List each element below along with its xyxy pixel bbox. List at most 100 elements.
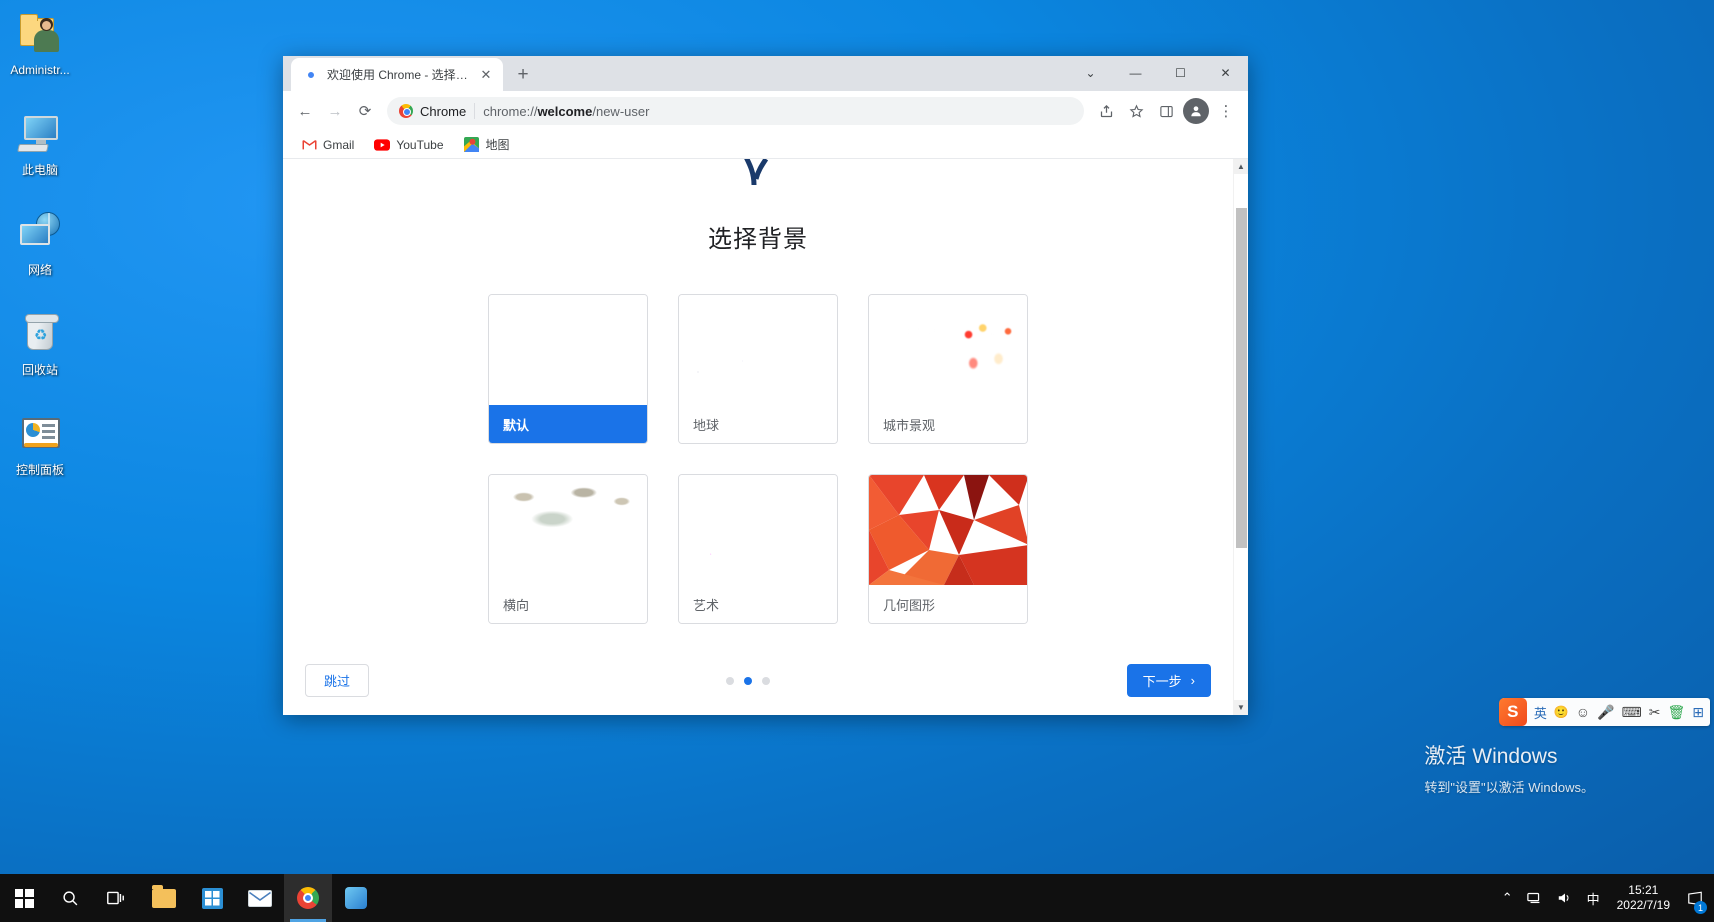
- reload-icon[interactable]: ⟳: [351, 97, 379, 125]
- ime-emoji-icon[interactable]: ☺: [1576, 704, 1590, 720]
- ime-toolbox-icon[interactable]: 🗑: [1667, 704, 1685, 721]
- taskbar-chrome-button[interactable]: [284, 874, 332, 922]
- bookmark-gmail[interactable]: Gmail: [293, 134, 362, 156]
- forward-icon[interactable]: →: [321, 97, 349, 125]
- omnibox-url: chrome://welcome/new-user: [483, 104, 649, 119]
- url-host: welcome: [537, 103, 593, 119]
- desktop-icon-network[interactable]: 网络: [0, 200, 80, 284]
- background-card-landscape[interactable]: 横向: [488, 474, 648, 624]
- network-icon: [16, 210, 64, 258]
- youtube-icon: [374, 137, 391, 153]
- maximize-button[interactable]: ☐: [1158, 56, 1203, 89]
- card-label: 地球: [679, 405, 837, 443]
- bookmark-maps[interactable]: 地图: [456, 133, 518, 156]
- folder-icon: [152, 884, 176, 908]
- taskbar-task-view-button[interactable]: [92, 874, 140, 922]
- bookmarks-bar: Gmail YouTube 地图: [283, 131, 1248, 159]
- chrome-menu-icon[interactable]: ⋮: [1212, 97, 1240, 125]
- omnibox-site-chip: Chrome: [399, 104, 466, 119]
- ime-language-indicator[interactable]: 中: [1580, 889, 1607, 908]
- tab-search-chevron-icon[interactable]: ⌄: [1068, 56, 1113, 89]
- taskbar-search-button[interactable]: [48, 874, 92, 922]
- taskbar-store-button[interactable]: [188, 874, 236, 922]
- volume-icon[interactable]: [1550, 891, 1580, 905]
- url-prefix: chrome://: [483, 103, 538, 119]
- share-icon[interactable]: [1092, 97, 1120, 125]
- background-card-art[interactable]: 艺术: [678, 474, 838, 624]
- page-dot[interactable]: [761, 676, 770, 685]
- close-tab-icon[interactable]: ✕: [477, 66, 495, 84]
- desktop-icon-this-pc[interactable]: 此电脑: [0, 100, 80, 184]
- bookmark-youtube[interactable]: YouTube: [366, 134, 451, 156]
- chevron-right-icon: ›: [1190, 673, 1195, 688]
- windows-start-icon: [14, 888, 34, 908]
- windows-taskbar: ⌃ 中 15:21 2022/7/19 1: [0, 874, 1714, 922]
- profile-avatar-icon[interactable]: [1182, 97, 1210, 125]
- page-dot[interactable]: [725, 676, 734, 685]
- sogou-ime-toolbar: S 英 🙂 ☺ 🎤 ⌨ ✂ 🗑 ⊞: [1498, 698, 1710, 726]
- page-viewport: 选择背景 默认 地球 城市景观 横向 艺术 几何图形 跳过 下一步 › ▲ ▼: [283, 159, 1248, 715]
- ime-voice-icon[interactable]: 🎤: [1597, 704, 1614, 721]
- ime-screenshot-icon[interactable]: ✂: [1649, 704, 1661, 721]
- page-dot-active[interactable]: [743, 676, 752, 685]
- sogou-logo-icon[interactable]: S: [1498, 698, 1527, 726]
- tab-welcome-chrome[interactable]: 欢迎使用 Chrome - 选择背景 ✕: [291, 58, 503, 91]
- close-window-button[interactable]: ✕: [1203, 56, 1248, 89]
- gmail-icon: [301, 137, 317, 153]
- desktop-icon-label: 网络: [27, 263, 52, 277]
- scroll-down-arrow-icon[interactable]: ▼: [1234, 700, 1248, 715]
- ime-comma-icon[interactable]: 🙂: [1554, 705, 1569, 719]
- scrollbar-thumb[interactable]: [1236, 208, 1247, 548]
- taskbar-file-explorer-button[interactable]: [140, 874, 188, 922]
- star-icon[interactable]: [1122, 97, 1150, 125]
- background-card-grid: 默认 地球 城市景观 横向 艺术 几何图形: [488, 294, 1028, 624]
- background-card-geometric[interactable]: 几何图形: [868, 474, 1028, 624]
- welcome-footer: 跳过 下一步 ›: [283, 645, 1233, 715]
- taskbar-paint-button[interactable]: [332, 874, 380, 922]
- side-panel-icon[interactable]: [1152, 97, 1180, 125]
- background-card-earth[interactable]: 地球: [678, 294, 838, 444]
- recycle-bin-icon: ♻: [16, 310, 64, 358]
- scroll-up-arrow-icon[interactable]: ▲: [1234, 159, 1248, 174]
- ime-menu-icon[interactable]: ⊞: [1692, 704, 1704, 721]
- back-icon[interactable]: ←: [291, 97, 319, 125]
- next-button-label: 下一步: [1142, 674, 1182, 689]
- welcome-page: 选择背景 默认 地球 城市景观 横向 艺术 几何图形 跳过 下一步 ›: [283, 159, 1233, 715]
- desktop-icon-control-panel[interactable]: 控制面板: [0, 400, 80, 484]
- ime-keyboard-icon[interactable]: ⌨: [1622, 704, 1642, 721]
- background-card-default[interactable]: 默认: [488, 294, 648, 444]
- bookmark-label: Gmail: [323, 137, 355, 152]
- mail-icon: [248, 889, 272, 907]
- address-bar[interactable]: Chrome chrome://welcome/new-user: [387, 97, 1084, 125]
- chrome-browser-window: 欢迎使用 Chrome - 选择背景 ✕ + ⌄ — ☐ ✕ ← → ⟳ Chr…: [283, 56, 1248, 715]
- taskbar-mail-button[interactable]: [236, 874, 284, 922]
- page-scrollbar[interactable]: ▲ ▼: [1233, 159, 1248, 715]
- start-button[interactable]: [0, 874, 48, 922]
- bookmark-label: 地图: [485, 138, 510, 152]
- scrollbar-track[interactable]: [1234, 174, 1248, 700]
- minimize-button[interactable]: —: [1113, 56, 1158, 89]
- card-label: 城市景观: [869, 405, 1027, 443]
- desktop-icon-administrator[interactable]: Administr...: [0, 0, 80, 84]
- card-thumbnail: [489, 295, 647, 405]
- clock-date: 2022/7/19: [1616, 898, 1670, 912]
- next-button[interactable]: 下一步 ›: [1126, 664, 1211, 697]
- chrome-taskbar-icon: [297, 887, 319, 909]
- this-pc-icon: [16, 110, 64, 158]
- desktop-icon-recycle-bin[interactable]: ♻ 回收站: [0, 300, 80, 384]
- tab-strip: 欢迎使用 Chrome - 选择背景 ✕ +: [283, 58, 537, 91]
- ime-mode-label[interactable]: 英: [1534, 703, 1547, 722]
- background-card-cityscape[interactable]: 城市景观: [868, 294, 1028, 444]
- network-tray-icon[interactable]: [1520, 891, 1550, 905]
- card-thumbnail: [679, 295, 837, 405]
- tray-chevron-up-icon[interactable]: ⌃: [1495, 890, 1520, 906]
- skip-button[interactable]: 跳过: [305, 664, 370, 697]
- card-label: 艺术: [679, 585, 837, 623]
- card-label: 横向: [489, 585, 647, 623]
- action-center-button[interactable]: 1: [1680, 874, 1710, 922]
- tab-title: 欢迎使用 Chrome - 选择背景: [327, 68, 469, 82]
- new-tab-button[interactable]: +: [509, 60, 537, 88]
- desktop-icon-label: 此电脑: [21, 163, 58, 177]
- chrome-toolbar: ← → ⟳ Chrome chrome://welcome/new-user ⋮: [283, 91, 1248, 131]
- taskbar-clock[interactable]: 15:21 2022/7/19: [1607, 883, 1680, 913]
